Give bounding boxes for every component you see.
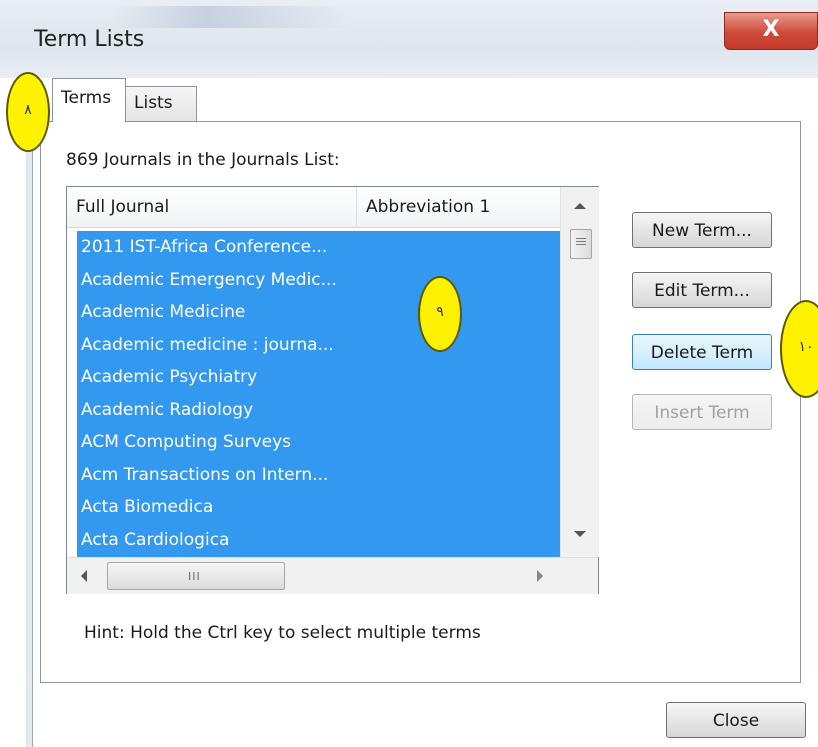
list-item[interactable]: ACM Computing Surveys [77,426,560,459]
scroll-grip-icon: III [188,570,201,583]
list-item[interactable]: Acta Cardiologica [77,524,560,557]
tab-lists[interactable]: Lists [125,86,197,122]
list-item[interactable]: Academic Medicine [77,296,560,329]
title-bar: Term Lists X [0,0,818,78]
list-rows: 2011 IST-Africa Conference... Academic E… [77,231,560,557]
list-header: Full Journal Abbreviation 1 [67,187,560,228]
horizontal-scrollbar[interactable]: III [67,557,598,594]
edit-term-button[interactable]: Edit Term... [632,272,772,308]
list-item[interactable]: 2011 IST-Africa Conference... [77,231,560,264]
insert-term-button: Insert Term [632,394,772,430]
list-item[interactable]: Academic medicine : journa... [77,329,560,362]
journal-list[interactable]: Full Journal Abbreviation 1 2011 IST-Afr… [66,186,599,594]
journal-count-label: 869 Journals in the Journals List: [66,150,340,170]
scroll-left-arrow-icon[interactable] [81,570,87,582]
delete-term-button[interactable]: Delete Term [632,334,772,370]
close-button[interactable]: Close [666,702,806,738]
list-item[interactable]: Academic Radiology [77,394,560,427]
annotation-badge-9: ٩ [418,276,462,352]
column-header-full-journal[interactable]: Full Journal [67,187,357,227]
list-item[interactable]: Acm Transactions on Intern... [77,459,560,492]
list-item[interactable]: Academic Emergency Medic... [77,264,560,297]
horizontal-scroll-thumb[interactable]: III [107,562,285,590]
hint-text: Hint: Hold the Ctrl key to select multip… [84,623,481,643]
list-item[interactable]: Acta Biomedica [77,491,560,524]
vertical-scroll-thumb[interactable] [570,229,592,259]
list-item[interactable]: Academic Psychiatry [77,361,560,394]
tab-terms[interactable]: Terms [52,78,126,122]
new-term-button[interactable]: New Term... [632,212,772,248]
window-title: Term Lists [34,27,145,52]
scroll-down-arrow-icon[interactable] [574,531,586,537]
vertical-scrollbar[interactable] [560,187,599,557]
scroll-up-arrow-icon[interactable] [574,203,586,209]
annotation-badge-8: ٨ [6,72,50,152]
column-header-abbreviation-1[interactable]: Abbreviation 1 [357,187,560,227]
scroll-right-arrow-icon[interactable] [537,570,543,582]
close-window-button[interactable]: X [724,12,818,50]
window-frame-left [26,78,33,747]
